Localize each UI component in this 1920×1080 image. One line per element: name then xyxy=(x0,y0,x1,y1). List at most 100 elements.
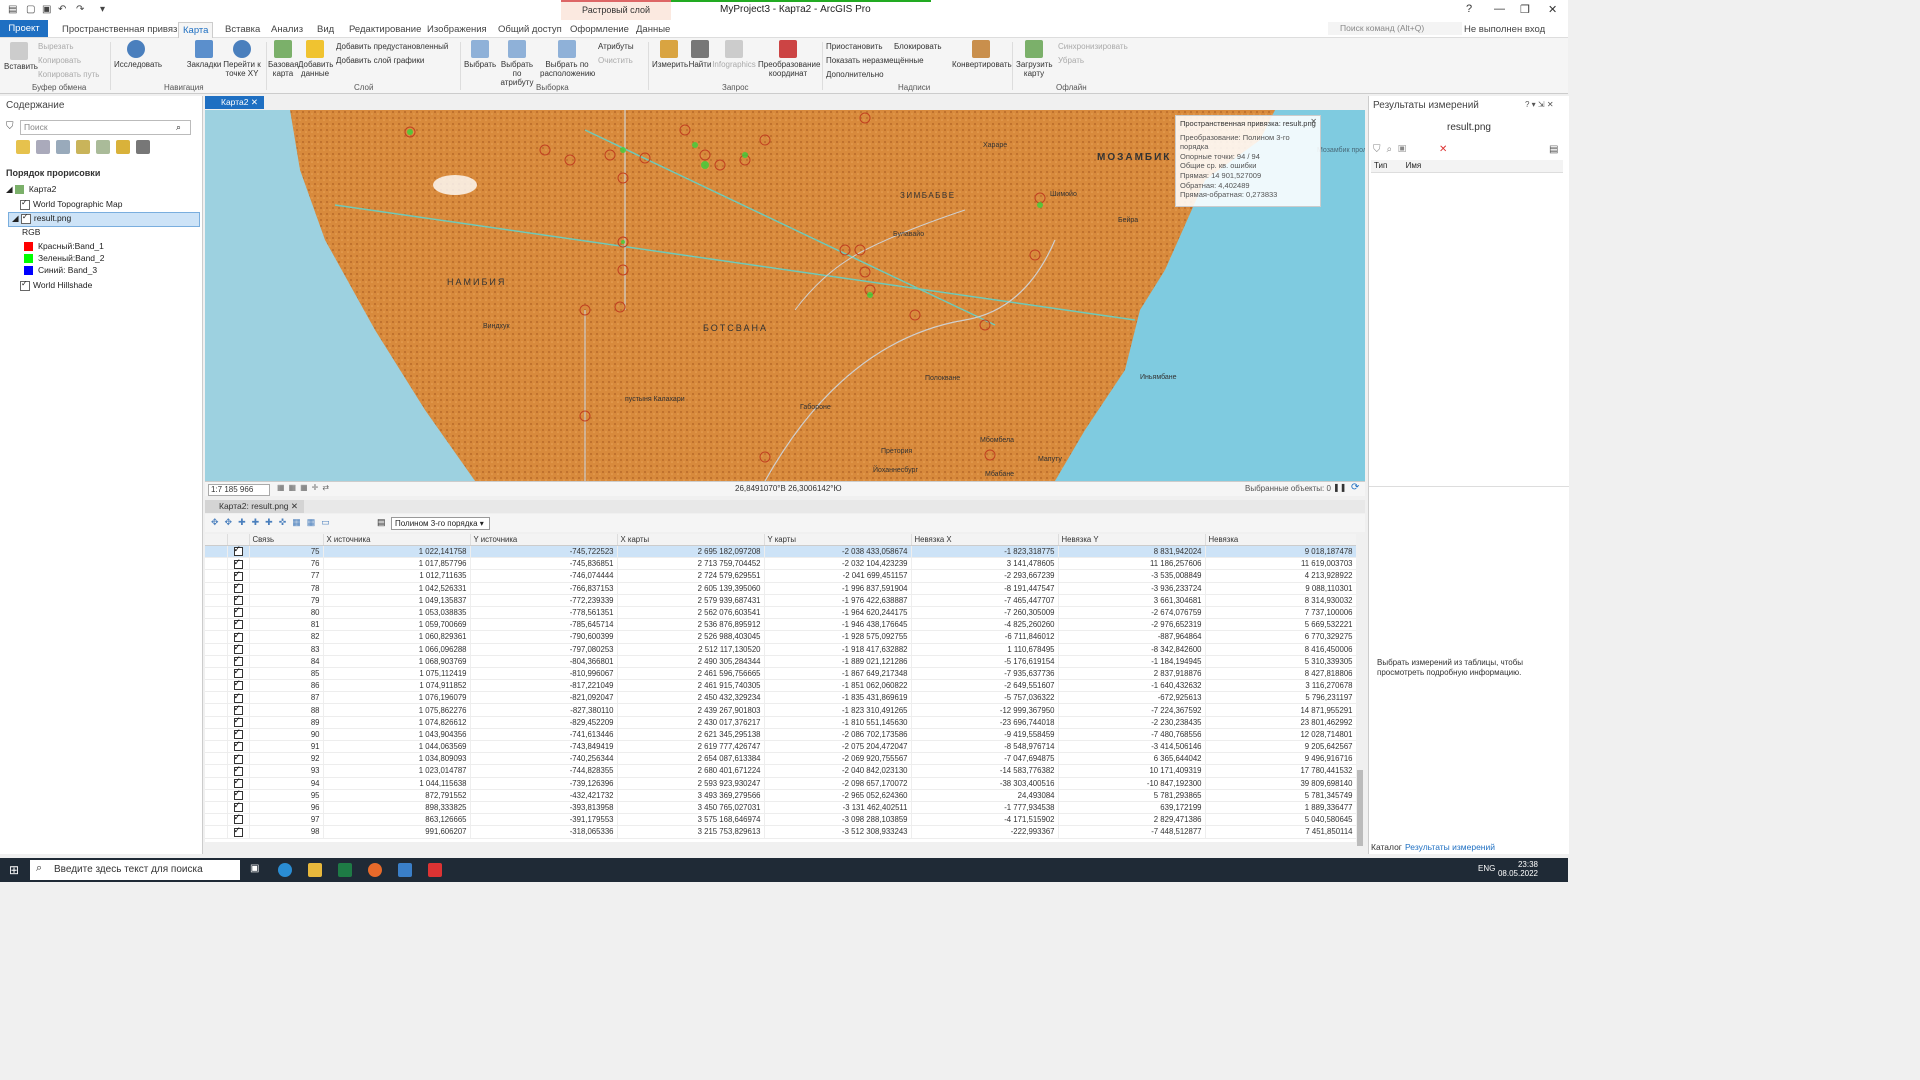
table-cell[interactable]: -8 342,842600 xyxy=(1058,643,1206,656)
table-cell[interactable]: -821,092047 xyxy=(470,691,618,705)
bookmarks-button[interactable]: Закладки xyxy=(186,40,222,69)
table-cell[interactable]: 8 831,942024 xyxy=(1058,545,1206,559)
tab-georeference[interactable]: Пространственная привязка xyxy=(58,22,191,37)
table-row[interactable]: 97863,126665-391,1795533 575 168,646974-… xyxy=(205,813,1357,827)
table-cell[interactable]: -740,256344 xyxy=(470,752,618,766)
table-cell[interactable]: -1 976 422,638887 xyxy=(764,594,912,607)
table-cell[interactable]: 11 186,257606 xyxy=(1058,557,1206,571)
pdf-app-icon[interactable] xyxy=(428,863,442,877)
convert-button[interactable]: Конвертировать xyxy=(952,40,1012,69)
row-header[interactable] xyxy=(205,764,228,778)
table-cell[interactable]: 1 075,862276 xyxy=(323,703,471,717)
tab-project[interactable]: Проект xyxy=(0,20,48,37)
layer-world-topographic[interactable]: World Topographic Map xyxy=(20,198,122,210)
map-canvas[interactable]: МОЗАМБИК НАМИБИЯ БОТСВАНА ЗИМБАБВЕ пусты… xyxy=(205,110,1365,481)
table-cell[interactable]: -393,813958 xyxy=(470,801,618,815)
table-cell[interactable]: -222,993367 xyxy=(911,825,1059,839)
table-cell[interactable]: -743,849419 xyxy=(470,740,618,754)
table-cell[interactable]: -739,126396 xyxy=(470,777,618,790)
goto-xy-button[interactable]: Перейти к точке XY xyxy=(222,40,262,78)
command-search-input[interactable]: Поиск команд (Alt+Q) xyxy=(1328,22,1462,35)
explore-button[interactable]: Исследовать xyxy=(114,40,162,69)
row-enabled-checkbox[interactable] xyxy=(227,777,250,790)
table-cell[interactable]: -1 823 310,491265 xyxy=(764,703,912,717)
tab-table-view[interactable]: Карта2: result.png ✕ xyxy=(205,500,305,513)
col-name[interactable]: Имя xyxy=(1390,161,1422,170)
table-cell[interactable]: 96 xyxy=(249,801,324,815)
table-cell[interactable]: 2 605 139,395060 xyxy=(617,582,765,595)
col-type[interactable]: Тип xyxy=(1371,161,1387,170)
row-header[interactable] xyxy=(205,630,228,644)
customize-toolbar-icon[interactable]: ▾ xyxy=(100,4,105,15)
table-row[interactable]: 821 060,829361-790,6003992 526 988,40304… xyxy=(205,630,1357,644)
list-by-selection-icon[interactable] xyxy=(56,140,70,154)
table-cell[interactable]: -391,179553 xyxy=(470,813,618,827)
taskbar-search-input[interactable]: Введите здесь текст для поиска xyxy=(30,860,240,880)
layer-visibility-checkbox[interactable] xyxy=(20,279,30,291)
row-enabled-checkbox[interactable] xyxy=(227,606,250,620)
table-row[interactable]: 791 049,135837-772,2393392 579 939,68743… xyxy=(205,594,1357,607)
table-cell[interactable]: -4 171,515902 xyxy=(911,813,1059,827)
table-row[interactable]: 801 053,038835-778,5613512 562 076,60354… xyxy=(205,606,1357,620)
minimize-button[interactable]: — xyxy=(1494,3,1505,15)
map-node[interactable]: ◢ Карта2 xyxy=(6,184,56,195)
table-cell[interactable]: 9 496,916716 xyxy=(1205,752,1357,766)
table-tools-icons[interactable]: ✥✥✚✚✚✜▦▦▭ xyxy=(211,517,336,528)
table-cell[interactable]: -1 996 837,591904 xyxy=(764,582,912,595)
row-enabled-checkbox[interactable] xyxy=(227,691,250,705)
table-cell[interactable]: -10 847,192300 xyxy=(1058,777,1206,790)
table-cell[interactable]: 2 461 915,740305 xyxy=(617,679,765,693)
table-row[interactable]: 941 044,115638-739,1263962 593 923,93024… xyxy=(205,777,1357,790)
row-enabled-checkbox[interactable] xyxy=(227,557,250,571)
table-cell[interactable]: -772,239339 xyxy=(470,594,618,607)
table-cell[interactable]: 4 213,928922 xyxy=(1205,569,1357,583)
transformation-select[interactable]: Полином 3-го порядка ▾ xyxy=(391,517,490,530)
maximize-button[interactable]: ❐ xyxy=(1520,3,1530,16)
table-cell[interactable]: 1 060,829361 xyxy=(323,630,471,644)
redo-icon[interactable]: ↷ xyxy=(76,4,84,15)
table-cell[interactable]: -1 640,432632 xyxy=(1058,679,1206,693)
layer-result-png[interactable]: ◢ result.png xyxy=(12,212,71,224)
table-cell[interactable]: -2 674,076759 xyxy=(1058,606,1206,620)
table-cell[interactable]: 2 536 876,895912 xyxy=(617,618,765,632)
select-by-attribute-button[interactable]: Выбрать по атрибуту xyxy=(496,40,538,87)
table-cell[interactable]: -7 480,768556 xyxy=(1058,728,1206,742)
undo-icon[interactable]: ↶ xyxy=(58,4,66,15)
taskbar-clock[interactable]: 23:38 08.05.2022 xyxy=(1498,860,1538,878)
table-cell[interactable]: 39 809,698140 xyxy=(1205,777,1357,790)
row-enabled-checkbox[interactable] xyxy=(227,582,250,595)
row-enabled-checkbox[interactable] xyxy=(227,594,250,607)
table-cell[interactable]: 84 xyxy=(249,655,324,668)
tab-catalog[interactable]: Каталог xyxy=(1371,842,1402,852)
tab-insert[interactable]: Вставка xyxy=(221,22,264,37)
new-project-icon[interactable]: ▢ xyxy=(26,4,35,15)
table-cell[interactable]: 2 621 345,295138 xyxy=(617,728,765,742)
tab-edit[interactable]: Редактирование xyxy=(345,22,425,37)
table-cell[interactable]: -2 075 204,472047 xyxy=(764,740,912,754)
table-cell[interactable]: 1 049,135837 xyxy=(323,594,471,607)
table-cell[interactable]: -2 965 052,624360 xyxy=(764,789,912,802)
table-cell[interactable]: -5 176,619154 xyxy=(911,655,1059,668)
col-map-y[interactable]: Y карты xyxy=(764,534,912,546)
table-cell[interactable]: -2 069 920,755567 xyxy=(764,752,912,766)
table-cell[interactable]: -9 419,558459 xyxy=(911,728,1059,742)
input-language[interactable]: ENG xyxy=(1478,864,1495,873)
table-row[interactable]: 95872,791552-432,4217323 493 369,279566-… xyxy=(205,789,1357,802)
table-cell[interactable]: 3 450 765,027031 xyxy=(617,801,765,815)
row-enabled-checkbox[interactable] xyxy=(227,764,250,778)
table-cell[interactable]: 2 724 579,629551 xyxy=(617,569,765,583)
table-cell[interactable]: 80 xyxy=(249,606,324,620)
table-cell[interactable]: 863,126665 xyxy=(323,813,471,827)
table-cell[interactable]: 5 781,345749 xyxy=(1205,789,1357,802)
table-cell[interactable]: 7 451,850114 xyxy=(1205,825,1357,839)
clear-selection-button[interactable]: Очистить xyxy=(598,56,633,65)
pane-options-icons[interactable]: ? ▾ ⇲ ✕ xyxy=(1525,100,1554,109)
row-header[interactable] xyxy=(205,679,228,693)
table-cell[interactable]: -887,964864 xyxy=(1058,630,1206,644)
table-cell[interactable]: -1 184,194945 xyxy=(1058,655,1206,668)
table-cell[interactable]: 95 xyxy=(249,789,324,802)
table-row[interactable]: 811 059,700669-785,6457142 536 876,89591… xyxy=(205,618,1357,632)
scale-select[interactable]: 1:7 185 966 xyxy=(208,484,270,496)
table-cell[interactable]: -3 414,506146 xyxy=(1058,740,1206,754)
locate-button[interactable]: Найти xyxy=(688,40,712,69)
